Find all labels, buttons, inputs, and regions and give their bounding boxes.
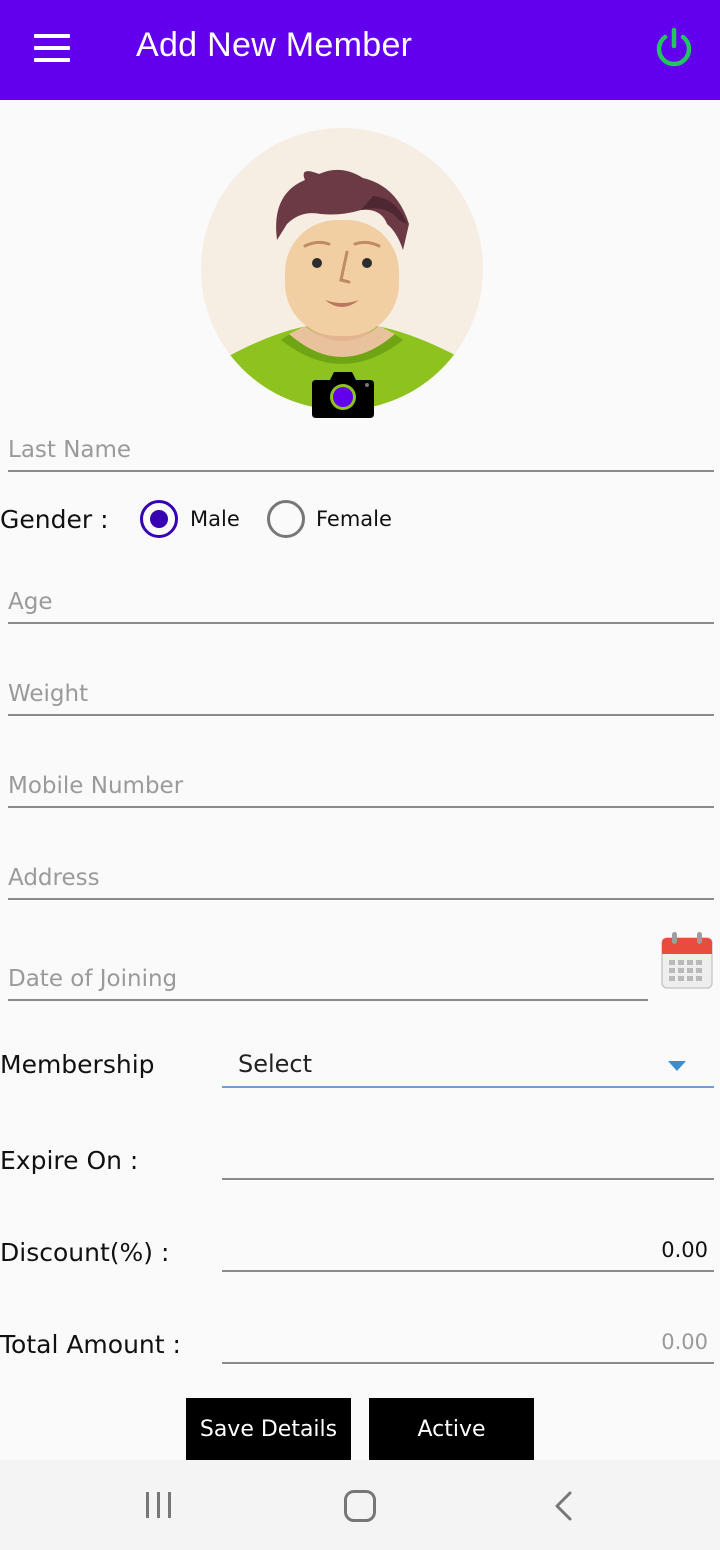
discount-field[interactable]: 0.00 [222, 1224, 714, 1272]
save-details-button[interactable]: Save Details [186, 1398, 351, 1460]
system-nav-bar [0, 1460, 720, 1550]
avatar[interactable] [201, 128, 483, 410]
camera-icon[interactable] [312, 370, 374, 418]
address-field[interactable] [8, 858, 714, 900]
weight-input[interactable] [8, 674, 714, 716]
membership-label: Membership [0, 1050, 155, 1079]
hamburger-menu-icon[interactable] [34, 34, 70, 62]
age-input[interactable] [8, 582, 714, 624]
mobile-field[interactable] [8, 766, 714, 808]
expire-on-field[interactable] [222, 1132, 714, 1180]
address-input[interactable] [8, 858, 714, 900]
discount-label: Discount(%) : [0, 1238, 170, 1267]
dropdown-caret-icon [668, 1061, 686, 1071]
gender-male-radio[interactable] [140, 500, 178, 538]
total-amount-value: 0.00 [661, 1330, 708, 1354]
membership-select[interactable]: Select [222, 1040, 714, 1088]
home-icon[interactable] [344, 1490, 376, 1522]
power-icon[interactable] [652, 26, 696, 70]
gender-female-label[interactable]: Female [316, 507, 392, 531]
recent-apps-icon[interactable] [146, 1492, 174, 1520]
total-amount-label: Total Amount : [0, 1330, 181, 1359]
back-icon[interactable] [552, 1490, 574, 1522]
expire-on-label: Expire On : [0, 1146, 139, 1175]
last-name-field[interactable] [8, 430, 714, 472]
mobile-input[interactable] [8, 766, 714, 808]
active-button[interactable]: Active [369, 1398, 534, 1460]
date-of-joining-field[interactable] [8, 959, 648, 1001]
last-name-input[interactable] [8, 430, 714, 472]
calendar-icon[interactable] [660, 932, 714, 990]
page-title: Add New Member [136, 26, 413, 64]
age-field[interactable] [8, 582, 714, 624]
weight-field[interactable] [8, 674, 714, 716]
membership-select-value: Select [238, 1050, 313, 1078]
date-of-joining-input[interactable] [8, 959, 648, 1001]
gender-label: Gender : [0, 505, 109, 534]
gender-male-label[interactable]: Male [190, 507, 240, 531]
discount-value[interactable]: 0.00 [661, 1238, 708, 1262]
total-amount-field: 0.00 [222, 1316, 714, 1364]
gender-female-radio[interactable] [267, 500, 305, 538]
app-bar: Add New Member [0, 0, 720, 100]
